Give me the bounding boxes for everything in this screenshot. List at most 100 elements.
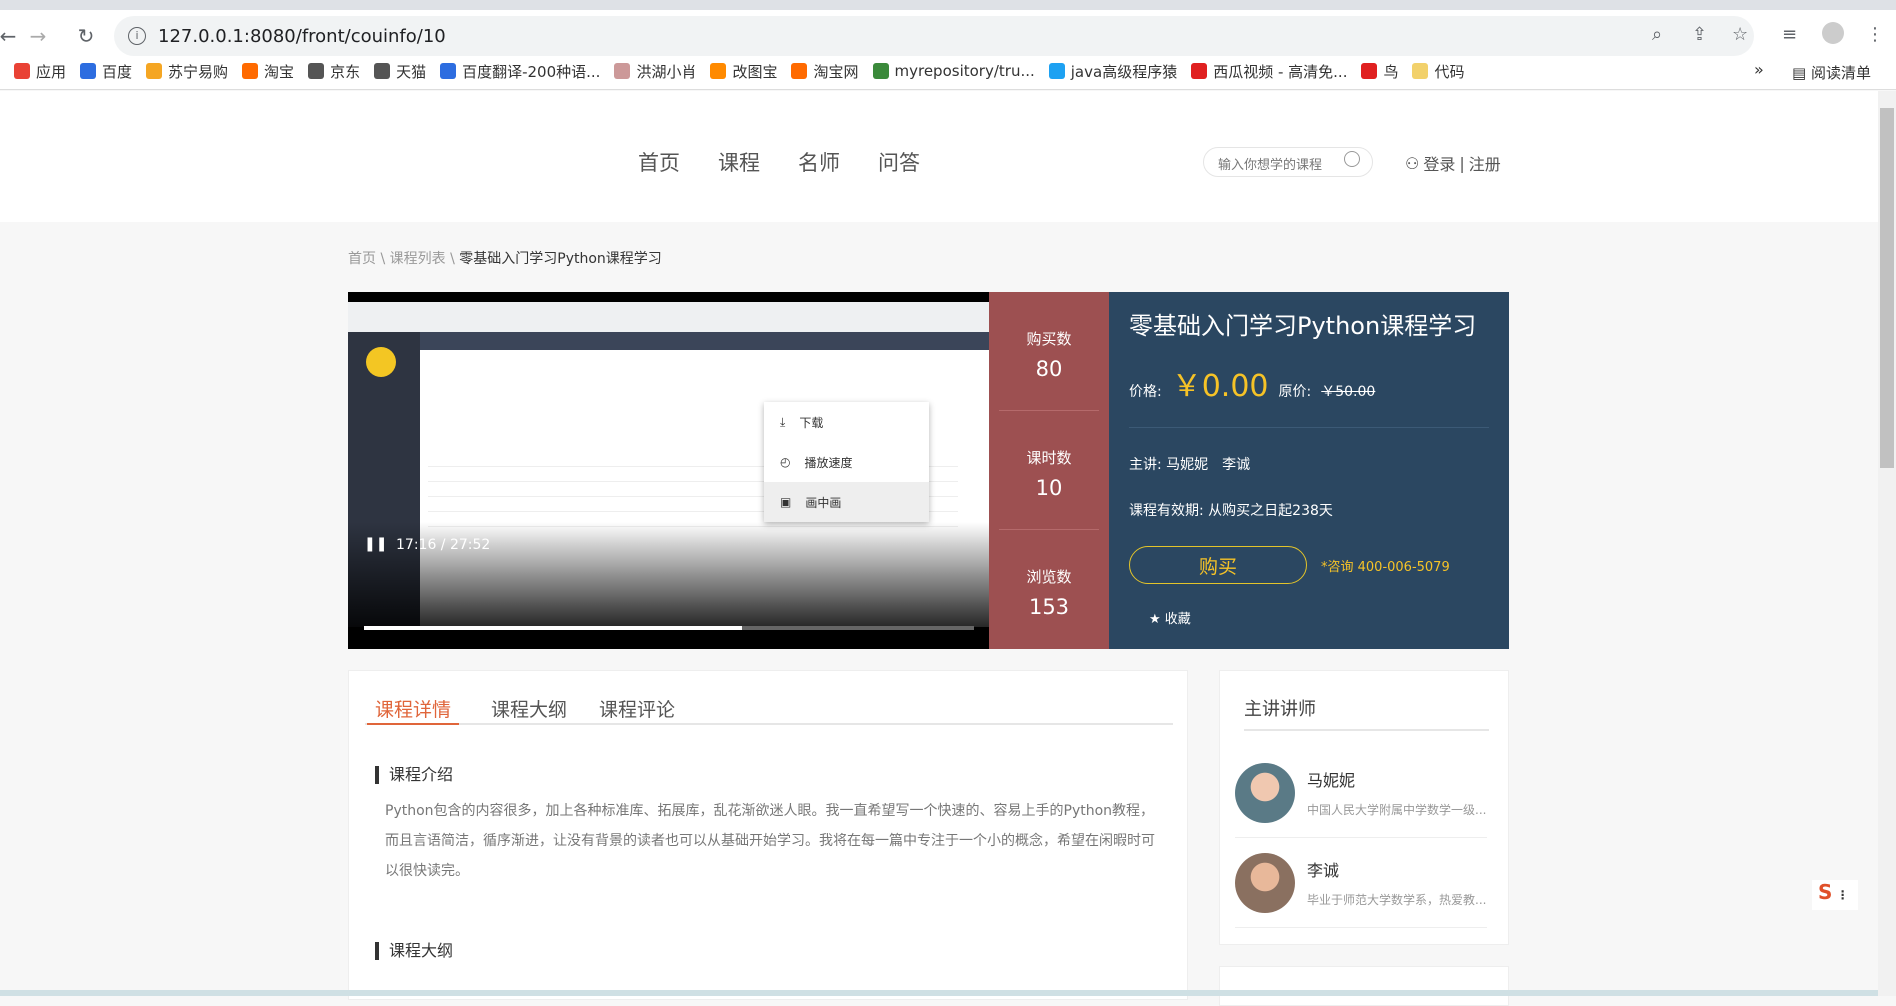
stat-label: 购买数 <box>1026 330 1072 348</box>
bookmarks-more[interactable]: » <box>1754 60 1764 79</box>
stat-value: 153 <box>1028 595 1070 619</box>
buy-button[interactable]: 购买 <box>1129 546 1307 584</box>
info-icon[interactable]: i <box>128 27 146 45</box>
bookmark-icon <box>1412 63 1429 79</box>
bookmark-icon <box>791 63 808 79</box>
valid-label: 课程有效期: <box>1129 503 1204 519</box>
bookmark-icon <box>440 63 457 79</box>
search-icon[interactable] <box>1344 151 1360 167</box>
bookmark-icon <box>14 63 30 79</box>
avatar <box>1235 852 1295 913</box>
price-label: 价格: <box>1129 384 1162 400</box>
bookmark-label: myrepository/tru... <box>894 62 1035 80</box>
profile-icon[interactable] <box>1822 22 1844 44</box>
bookmark-label: 苏宁易购 <box>168 62 229 81</box>
tab-comments[interactable]: 课程评论 <box>599 695 675 725</box>
zoom-icon[interactable]: ⌕ <box>1652 24 1662 45</box>
address-bar[interactable]: i 127.0.0.1:8080/front/couinfo/10 <box>114 16 1754 56</box>
bookmark-item[interactable]: 百度 <box>80 61 132 82</box>
crumb-list[interactable]: 课程列表 <box>390 251 446 267</box>
bookmark-item[interactable]: 代码 <box>1412 61 1465 82</box>
bookmark-item[interactable]: 京东 <box>308 61 360 82</box>
bookmark-item[interactable]: 西瓜视频 - 高清免... <box>1191 61 1347 82</box>
bookmark-item[interactable]: 应用 <box>14 61 66 82</box>
nav-teachers[interactable]: 名师 <box>798 147 840 177</box>
bookmark-icon <box>146 63 163 79</box>
ime-icon[interactable]: S ⋮ <box>1812 880 1858 910</box>
orig-label: 原价: <box>1278 384 1312 400</box>
bookmark-item[interactable]: 淘宝 <box>242 61 294 82</box>
share-icon[interactable]: ⇪ <box>1692 24 1707 45</box>
stat-label: 浏览数 <box>1026 568 1072 586</box>
bookmark-icon <box>1361 63 1378 79</box>
forward-icon[interactable]: → <box>24 24 52 48</box>
favorite-label: 收藏 <box>1164 612 1191 627</box>
bookmark-item[interactable]: 苏宁易购 <box>146 61 228 82</box>
stat-purchases: 购买数 80 <box>999 292 1099 411</box>
tab-details[interactable]: 课程详情 <box>367 695 460 725</box>
pause-icon[interactable]: ❚❚ <box>364 536 387 552</box>
lecturer-name: 李诚 <box>1307 861 1340 880</box>
bookmark-item[interactable]: 天猫 <box>374 61 426 82</box>
course-info: 零基础入门学习Python课程学习 价格: ￥0.00 原价: ￥50.00 主… <box>1109 292 1509 649</box>
bookmark-icon <box>872 63 889 79</box>
menu-pip[interactable]: ▣ 画中画 <box>764 482 929 522</box>
stat-views: 浏览数 153 <box>999 530 1099 649</box>
register-link[interactable]: 注册 <box>1469 151 1501 175</box>
menu-label: 播放速度 <box>804 455 853 470</box>
lecturer-item[interactable]: 马妮妮 中国人民大学附属中学数学一级... <box>1235 748 1487 838</box>
star-icon: ★ <box>1149 612 1161 627</box>
teacher-label: 主讲: <box>1129 457 1162 473</box>
reading-list[interactable]: ▤ 阅读清单 <box>1792 62 1871 83</box>
url-text: 127.0.0.1:8080/front/couinfo/10 <box>158 25 446 47</box>
bookmark-item[interactable]: 淘宝网 <box>791 61 859 82</box>
lecturer-item[interactable]: 李诚毕业于师范大学数学系，热爱教... <box>1235 838 1487 928</box>
tab-outline[interactable]: 课程大纲 <box>491 695 567 725</box>
bookmark-item[interactable]: 改图宝 <box>710 61 777 82</box>
nav-home[interactable]: 首页 <box>638 147 680 177</box>
favorite-button[interactable]: ★ 收藏 <box>1149 608 1489 627</box>
stat-value: 10 <box>1035 476 1063 500</box>
bookmark-item[interactable]: 洪湖小肖 <box>614 61 696 82</box>
menu-download[interactable]: ⤓ 下载 <box>764 402 929 442</box>
current-price: ￥0.00 <box>1171 369 1269 404</box>
bookmark-label: 百度 <box>102 62 133 81</box>
course-detail-card: 课程详情 课程大纲 课程评论 课程介绍 Python包含的内容很多，加上各种标准… <box>348 670 1188 1000</box>
lecturer-desc: 毕业于师范大学数学系，热爱教... <box>1307 893 1487 907</box>
video-player[interactable]: ⤓ 下载 ◴ 播放速度 ▣ 画中画 ❚❚ 17:16 / 27:52 <box>348 292 989 649</box>
bookmark-icon <box>1048 63 1065 79</box>
scrollbar-thumb[interactable] <box>1880 108 1894 468</box>
bookmark-item[interactable]: 百度翻译-200种语... <box>440 61 600 82</box>
menu-icon[interactable]: ⋮ <box>1866 24 1884 45</box>
bookmark-label: 淘宝 <box>264 62 295 81</box>
nav-qa[interactable]: 问答 <box>878 147 920 177</box>
bookmark-icon <box>1191 63 1208 79</box>
reload-icon[interactable]: ↻ <box>72 24 100 48</box>
bookmark-item[interactable]: 鸟 <box>1361 61 1398 82</box>
menu-speed[interactable]: ◴ 播放速度 <box>764 442 929 482</box>
nav-courses[interactable]: 课程 <box>718 147 760 177</box>
lecturers-card: 主讲讲师 马妮妮 中国人民大学附属中学数学一级... 李诚 毕业于师范大学数学系，热… <box>1219 670 1509 945</box>
crumb-current: 零基础入门学习Python课程学习 <box>459 251 662 267</box>
download-icon: ⤓ <box>780 414 786 429</box>
crumb-sep: \ <box>450 251 455 267</box>
media-icon[interactable]: ≡ <box>1782 24 1797 45</box>
bookmark-label: 改图宝 <box>732 62 778 81</box>
lecturer-name: 马妮妮 <box>1307 771 1356 790</box>
bookmark-label: 天猫 <box>396 62 427 81</box>
progress-bar[interactable] <box>364 626 974 630</box>
bookmark-icon <box>242 63 259 79</box>
bookmark-icon <box>614 63 631 79</box>
login-link[interactable]: 登录 <box>1423 151 1455 175</box>
bookmark-label: 洪湖小肖 <box>636 62 697 81</box>
bookmark-item[interactable]: myrepository/tru... <box>872 62 1035 80</box>
teacher-names: 马妮妮 李诚 <box>1166 457 1251 473</box>
horizontal-scrollbar <box>0 990 1878 996</box>
bookmark-label: 应用 <box>36 62 67 81</box>
crumb-home[interactable]: 首页 <box>348 251 376 267</box>
star-icon[interactable]: ☆ <box>1732 24 1748 45</box>
bookmark-item[interactable]: java高级程序猿 <box>1048 61 1177 82</box>
orig-price: ￥50.00 <box>1321 384 1376 400</box>
outline-heading: 课程大纲 <box>375 942 453 960</box>
back-icon[interactable]: ← <box>0 24 22 48</box>
